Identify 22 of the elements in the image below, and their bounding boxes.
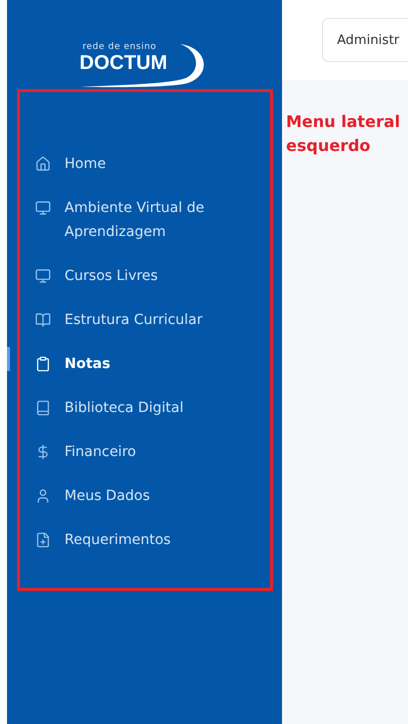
monitor-icon [34, 268, 50, 284]
menu-item[interactable]: Cursos Livres [20, 256, 270, 296]
home-icon [34, 156, 50, 172]
book-icon [34, 400, 50, 416]
menu-item[interactable]: Financeiro [20, 432, 270, 472]
open-book-icon [34, 312, 50, 328]
annotation-text: Menu lateral esquerdo [286, 111, 402, 157]
active-indicator [7, 347, 10, 371]
menu-item[interactable]: Requerimentos [20, 520, 270, 560]
clipboard-icon [34, 356, 50, 372]
menu-item[interactable]: Home [20, 144, 270, 184]
menu-item[interactable]: Ambiente Virtual de Aprendizagem [20, 188, 270, 252]
logo-text: DOCTUM [80, 52, 168, 74]
monitor-icon [34, 200, 50, 216]
logo-tagline: rede de ensino [82, 42, 156, 52]
menu-item[interactable]: Biblioteca Digital [20, 388, 270, 428]
file-plus-icon [34, 532, 50, 548]
menu-item[interactable]: Estrutura Curricular [20, 300, 270, 340]
user-icon [34, 488, 50, 504]
menu-item[interactable]: Notas [20, 344, 270, 384]
profile-select[interactable]: Administr [322, 18, 408, 62]
menu-item[interactable]: Meus Dados [20, 476, 270, 516]
